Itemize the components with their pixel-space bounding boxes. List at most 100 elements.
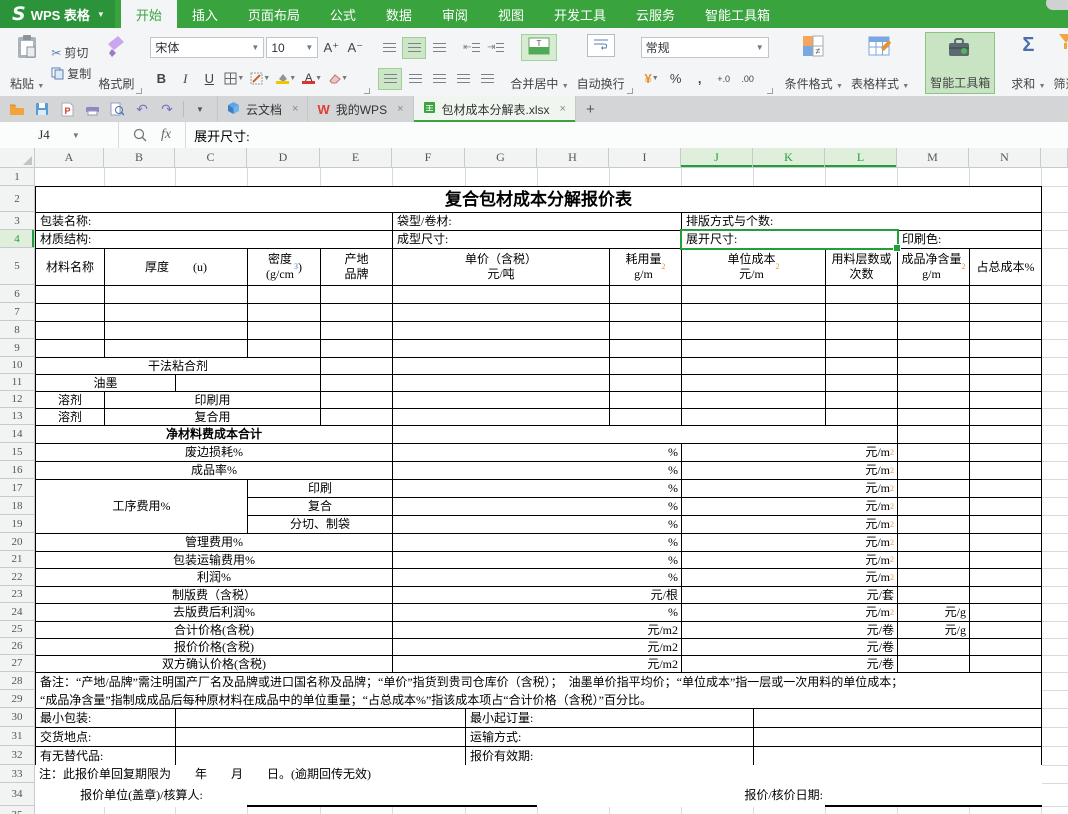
font-name-combo[interactable]: 宋体▼	[150, 37, 264, 58]
row-header-23[interactable]: 23	[0, 586, 35, 603]
col-header-E[interactable]: E	[320, 148, 392, 168]
cell-E8[interactable]	[320, 321, 393, 340]
cell-L9[interactable]	[825, 339, 898, 358]
cell-J9:K9[interactable]	[681, 339, 826, 358]
shrink-font-button[interactable]: A⁻	[344, 38, 366, 58]
cell-I9[interactable]	[609, 339, 682, 358]
cell-E12[interactable]	[320, 391, 393, 409]
menu-tab-插入[interactable]: 插入	[177, 0, 233, 28]
cell-A3:E3[interactable]: 包装名称:	[35, 212, 393, 231]
cell-F18:I18[interactable]: %	[392, 497, 682, 516]
cell-N25[interactable]	[969, 621, 1042, 639]
print-preview-button[interactable]	[108, 100, 126, 118]
cell-M27[interactable]	[897, 655, 970, 673]
cell-A17:C19[interactable]: 工序费用%	[35, 479, 248, 534]
cell-I8[interactable]	[609, 321, 682, 340]
font-dialog-launcher[interactable]	[364, 88, 370, 94]
table-style-button[interactable]: 表格样式 ▼	[847, 32, 913, 94]
cell-N13[interactable]	[969, 408, 1042, 426]
print-button[interactable]	[83, 100, 101, 118]
cell-F24:I24[interactable]: %	[392, 603, 682, 622]
cell-D7[interactable]	[247, 303, 321, 322]
cell-J20:L20[interactable]: 元/m2	[681, 533, 898, 552]
cell-A28:N29[interactable]: 备注：“产地/品牌”需注明国产厂名及品牌或进口国名称及品牌；“单价”指货到贵司仓…	[35, 672, 1042, 709]
row-header-24[interactable]: 24	[0, 603, 35, 621]
cell-J13:K13[interactable]	[681, 408, 826, 426]
cell-N23[interactable]	[969, 586, 1042, 604]
align-left-button[interactable]	[378, 68, 402, 90]
row-header-22[interactable]: 22	[0, 568, 35, 586]
cell-A26:E26[interactable]: 报价价格(含税)	[35, 638, 393, 656]
cell-I13[interactable]	[609, 408, 682, 426]
cell-F12:H12[interactable]	[392, 391, 610, 409]
cell-F7:H7[interactable]	[392, 303, 610, 322]
cell-J5:K5[interactable]: 单位成本 元/m2	[681, 248, 826, 286]
cell-F19:I19[interactable]: %	[392, 515, 682, 534]
font-size-combo[interactable]: 10▼	[266, 37, 318, 58]
row-header-9[interactable]: 9	[0, 339, 35, 357]
cell-M22[interactable]	[897, 568, 970, 587]
cell-A12[interactable]: 溶剂	[35, 391, 105, 409]
bold-button[interactable]: B	[150, 69, 172, 89]
cell-F10:H10[interactable]	[392, 357, 610, 375]
logo-dropdown-icon[interactable]: ▼	[97, 10, 105, 19]
cell-F22:I22[interactable]: %	[392, 568, 682, 587]
row-header-20[interactable]: 20	[0, 533, 35, 551]
menu-tab-智能工具箱[interactable]: 智能工具箱	[690, 0, 785, 28]
cell-A21:E21[interactable]: 包装运输费用%	[35, 551, 393, 569]
merge-center-button[interactable]: T 合并居中 ▼	[506, 32, 572, 94]
justify-button[interactable]	[452, 69, 474, 89]
close-tab-icon[interactable]: ×	[560, 103, 566, 115]
cut-button[interactable]: ✂剪切	[48, 44, 94, 61]
cell-N11[interactable]	[969, 374, 1042, 392]
row-header-33[interactable]: 33	[0, 765, 35, 783]
cell-I5[interactable]: 耗用量 g/m2	[609, 248, 682, 286]
close-tab-icon[interactable]: ×	[292, 103, 298, 115]
cell-F6:H6[interactable]	[392, 285, 610, 304]
cell-B13:D13[interactable]: 复合用	[104, 408, 321, 426]
cell-A14:E14[interactable]: 净材料费成本合计	[35, 425, 393, 444]
cell-M20[interactable]	[897, 533, 970, 552]
cell-A5[interactable]: 材料名称	[35, 248, 105, 286]
conditional-format-button[interactable]: ≠ 条件格式 ▼	[781, 32, 847, 94]
col-header-B[interactable]: B	[104, 148, 175, 168]
cell-C11:D11[interactable]	[175, 374, 321, 392]
cell-J21:L21[interactable]: 元/m2	[681, 551, 898, 569]
cell-K32:N32[interactable]	[753, 746, 1042, 766]
cell-A32:B32[interactable]: 有无替代品:	[35, 746, 176, 766]
cell-J26:L26[interactable]: 元/卷	[681, 638, 898, 656]
cell-M10[interactable]	[897, 357, 970, 375]
menu-tab-审阅[interactable]: 审阅	[427, 0, 483, 28]
cell-C30:F30[interactable]	[175, 708, 466, 728]
row-header-3[interactable]: 3	[0, 212, 35, 230]
cell-M23[interactable]	[897, 586, 970, 604]
cell-D9[interactable]	[247, 339, 321, 358]
cell-N22[interactable]	[969, 568, 1042, 587]
cell-J11:K11[interactable]	[681, 374, 826, 392]
cell-M26[interactable]	[897, 638, 970, 656]
cell-J18:L18[interactable]: 元/m2	[681, 497, 898, 516]
cell-J27:L27[interactable]: 元/卷	[681, 655, 898, 673]
doc-tab-2[interactable]: W我的WPS×	[307, 96, 412, 122]
cell-L7[interactable]	[825, 303, 898, 322]
fill-handle[interactable]	[893, 244, 901, 252]
cell-M21[interactable]	[897, 551, 970, 569]
cell-A20:E20[interactable]: 管理费用%	[35, 533, 393, 552]
row-header-32[interactable]: 32	[0, 746, 35, 765]
row-header-2[interactable]: 2	[0, 186, 35, 212]
cell-A25:E25[interactable]: 合计价格(含税)	[35, 621, 393, 639]
align-bottom-button[interactable]	[428, 38, 450, 58]
comma-button[interactable]: ,	[689, 69, 711, 89]
cell-J25:L25[interactable]: 元/卷	[681, 621, 898, 639]
row-header-16[interactable]: 16	[0, 461, 35, 479]
wrap-text-button[interactable]: 自动换行	[573, 32, 629, 94]
col-header-N[interactable]: N	[969, 148, 1041, 168]
row-header-13[interactable]: 13	[0, 408, 35, 425]
cell-F25:I25[interactable]: 元/m2	[392, 621, 682, 639]
cell-I12[interactable]	[609, 391, 682, 409]
cell-M25[interactable]: 元/g	[897, 621, 970, 639]
cell-L34:N34[interactable]	[825, 783, 1042, 807]
cell-F26:I26[interactable]: 元/m2	[392, 638, 682, 656]
cell-J16:L16[interactable]: 元/m2	[681, 461, 898, 480]
cell-N27[interactable]	[969, 655, 1042, 673]
